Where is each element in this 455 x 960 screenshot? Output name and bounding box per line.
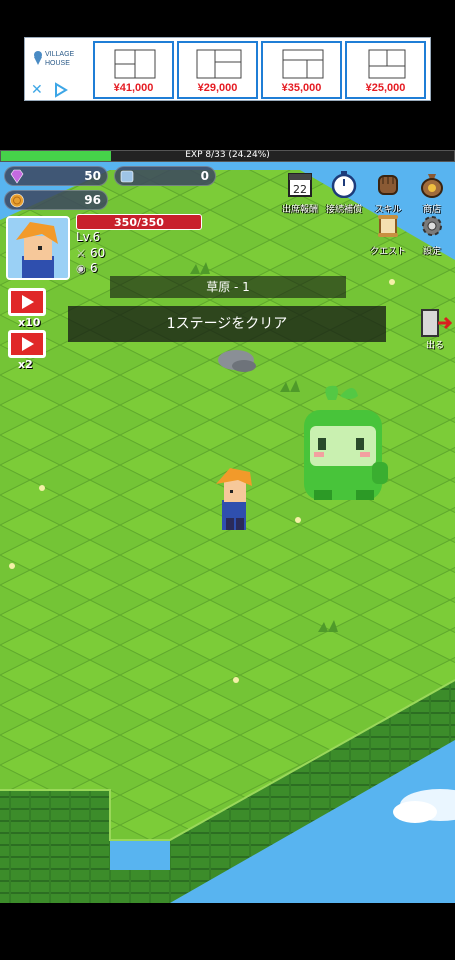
crystal-counter: 0 [114, 166, 216, 186]
stopwatch-icon [331, 171, 357, 198]
settings-label: 設定 [422, 247, 441, 257]
quest-button[interactable]: クエスト [366, 212, 410, 262]
video-gem-reward-button[interactable]: x10 [8, 288, 48, 329]
gem-counter: 50 [4, 166, 108, 186]
location-pin-icon [34, 51, 42, 65]
ad-choices-icon[interactable] [53, 82, 69, 98]
ad-banner[interactable]: VILLAGE HOUSE ✕ ¥41,000 ¥29,000 ¥35,000 … [24, 37, 431, 101]
ad-price: ¥35,000 [281, 82, 322, 94]
exp-text: EXP 8/33 (24.24%) [185, 150, 270, 160]
coin-count: 96 [84, 193, 101, 207]
gem-icon [10, 169, 24, 184]
attendance-day: 22 [293, 183, 307, 196]
defense-stat: ◉ 6 [76, 261, 98, 275]
ad-listing-card[interactable]: ¥25,000 [345, 41, 426, 99]
settings-button[interactable]: 設定 [410, 212, 454, 262]
video-gem-multiplier: x10 [18, 316, 41, 329]
ad-brand-line2: HOUSE [45, 60, 70, 67]
ad-brand-line1: VILLAGE [45, 51, 75, 58]
game-area[interactable]: EXP 8/33 (24.24%) 50 0 96 350/350 Lv.6 ⚔… [0, 150, 455, 903]
coin-counter: 96 [4, 190, 108, 210]
video-speed-multiplier: x2 [18, 358, 33, 371]
hp-bar: 350/350 [76, 214, 202, 230]
defense-value: 6 [90, 261, 98, 275]
crystal-count: 0 [200, 169, 209, 183]
scroll-icon [378, 215, 398, 237]
stage-clear-message: 1ステージをクリア [68, 306, 386, 342]
fist-icon [378, 175, 398, 195]
floor-plan-icon [196, 49, 242, 79]
gem-count: 50 [84, 169, 101, 183]
ad-listing-card[interactable]: ¥35,000 [261, 41, 342, 99]
exit-button[interactable]: 出る [418, 308, 453, 352]
ad-price: ¥25,000 [365, 82, 406, 94]
character-portrait[interactable] [6, 216, 70, 280]
attack-stat: ⚔ 60 [76, 246, 105, 260]
hero-avatar [8, 218, 68, 278]
ad-listing-card[interactable]: ¥41,000 [93, 41, 174, 99]
shield-icon: ◉ [76, 262, 86, 275]
money-bag-icon [421, 174, 443, 198]
floor-plan-icon [282, 49, 324, 79]
floor-plan-icon [368, 49, 406, 79]
attack-value: 60 [90, 246, 106, 260]
video-play-icon [8, 288, 46, 316]
video-speed-button[interactable]: x2 [8, 330, 48, 371]
bottom-black-bar [0, 903, 455, 960]
crystal-icon [120, 170, 134, 183]
gear-icon [422, 216, 442, 236]
hp-text: 350/350 [114, 216, 164, 229]
coin-icon [10, 193, 24, 208]
level-label: Lv.6 [76, 230, 101, 244]
idle-reward-button[interactable]: 接続補償 [322, 170, 366, 220]
stage-name-banner: 草原 - 1 [110, 276, 346, 298]
close-icon[interactable]: ✕ [31, 82, 43, 98]
ad-listing-card[interactable]: ¥29,000 [177, 41, 258, 99]
floor-plan-icon [114, 49, 156, 79]
exit-door-icon [421, 309, 453, 337]
calendar-icon: 22 [288, 173, 312, 197]
ad-price: ¥41,000 [113, 82, 154, 94]
attendance-reward-button[interactable]: 22 出席報酬 [278, 170, 322, 220]
ad-logo[interactable]: VILLAGE HOUSE [27, 40, 91, 78]
ad-price: ¥29,000 [197, 82, 238, 94]
video-play-icon [8, 330, 46, 358]
exp-bar: EXP 8/33 (24.24%) [0, 150, 455, 162]
exit-label: 出る [425, 341, 444, 351]
sword-icon: ⚔ [76, 247, 86, 260]
